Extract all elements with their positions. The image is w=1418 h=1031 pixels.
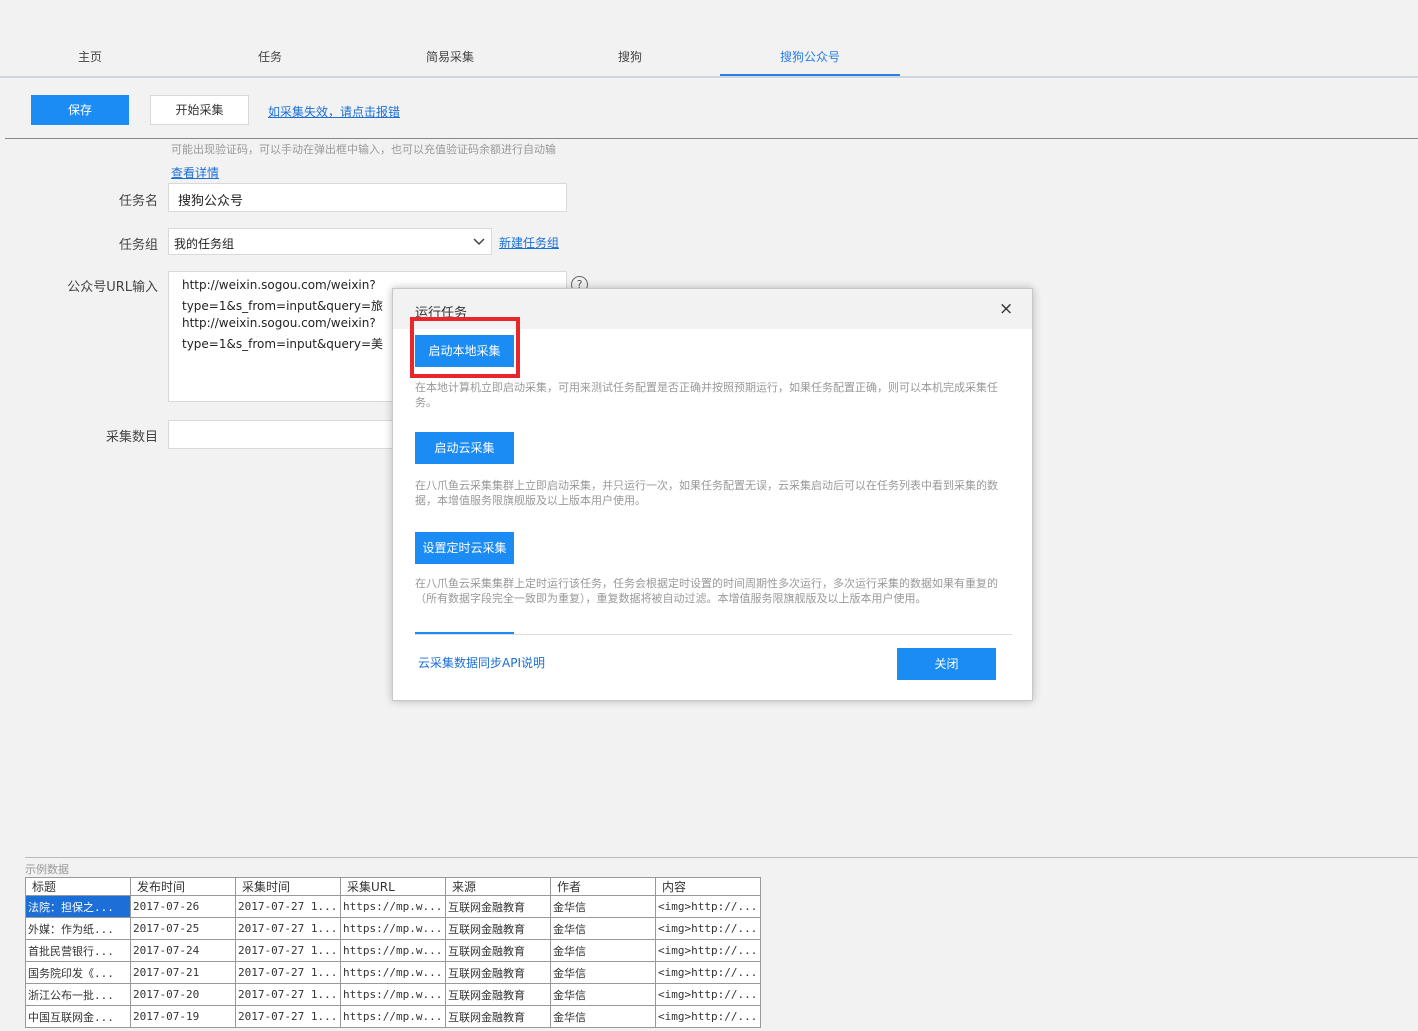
column-header: 发布时间 [130,877,236,896]
table-cell[interactable]: 首批民营银行... [25,939,131,962]
table-cell[interactable]: https://mp.w... [340,961,446,984]
dialog-close-button[interactable]: 关闭 [897,648,996,680]
column-header: 作者 [550,877,656,896]
task-name-input[interactable]: 搜狗公众号 [168,183,567,212]
table-cell[interactable]: 2017-07-27 1... [235,961,341,984]
column-header: 标题 [25,877,131,896]
table-cell[interactable]: https://mp.w... [340,983,446,1006]
task-group-label: 任务组 [118,238,158,253]
table-header-row: 标题 发布时间 采集时间 采集URL 来源 作者 内容 [25,877,761,896]
task-group-select[interactable]: 我的任务组 [168,228,492,255]
table-cell[interactable]: 2017-07-27 1... [235,939,341,962]
chevron-down-icon [473,238,485,246]
table-cell[interactable]: 金华信 [550,917,656,940]
table-cell[interactable]: 金华信 [550,939,656,962]
table-cell[interactable]: https://mp.w... [340,895,446,918]
url-line: type=1&s_from=input&query=旅 [182,299,384,313]
dialog-divider [415,634,1012,635]
url-line: type=1&s_from=input&query=美 [182,337,384,351]
collect-count-label: 采集数目 [105,430,158,445]
table-cell[interactable]: 2017-07-20 [130,983,236,1006]
sample-divider [25,857,1418,858]
column-header: 来源 [445,877,551,896]
task-group-value: 我的任务组 [174,237,235,251]
highlight-box [410,317,520,378]
table-cell[interactable]: <img>http://... [655,895,761,918]
cloud-api-doc-link[interactable]: 云采集数据同步API说明 [418,654,545,671]
toolbar-divider [5,138,1418,139]
table-cell[interactable]: 互联网金融教育 [445,961,551,984]
url-line: http://weixin.sogou.com/weixin? [182,278,376,292]
table-cell[interactable]: 金华信 [550,1005,656,1028]
table-row[interactable]: 国务院印发《... 2017-07-21 2017-07-27 1... htt… [25,961,761,984]
report-error-link[interactable]: 如采集失效，请点击报错 [268,103,400,120]
start-collect-button[interactable]: 开始采集 [150,95,249,125]
table-cell[interactable]: <img>http://... [655,961,761,984]
table-cell[interactable]: 中国互联网金... [25,1005,131,1028]
start-cloud-collect-button[interactable]: 启动云采集 [415,432,514,464]
table-cell[interactable]: 金华信 [550,895,656,918]
table-cell[interactable]: 互联网金融教育 [445,939,551,962]
column-header: 内容 [655,877,761,896]
cloud-collect-description: 在八爪鱼云采集集群上立即启动采集，并只运行一次，如果任务配置无误，云采集启动后可… [415,479,998,507]
table-cell[interactable]: 法院：担保之... [25,895,131,918]
schedule-cloud-collect-button[interactable]: 设置定时云采集 [415,532,514,564]
table-cell[interactable]: <img>http://... [655,939,761,962]
tab-easy-collect[interactable]: 简易采集 [360,48,540,65]
view-details-link[interactable]: 查看详情 [171,164,219,181]
schedule-collect-description: 在八爪鱼云采集集群上定时运行该任务，任务会根据定时设置的时间周期性多次运行，多次… [415,577,998,605]
top-tab-bar: 主页 任务 简易采集 搜狗 搜狗公众号 [0,0,1418,78]
table-cell[interactable]: 2017-07-27 1... [235,1005,341,1028]
table-cell[interactable]: 2017-07-19 [130,1005,236,1028]
table-cell[interactable]: <img>http://... [655,983,761,1006]
tab-tasks[interactable]: 任务 [180,48,360,65]
table-cell[interactable]: 外媒：作为纸... [25,917,131,940]
table-cell[interactable]: 2017-07-27 1... [235,983,341,1006]
table-cell[interactable]: 金华信 [550,983,656,1006]
table-cell[interactable]: 2017-07-26 [130,895,236,918]
table-row[interactable]: 外媒：作为纸... 2017-07-25 2017-07-27 1... htt… [25,917,761,940]
table-cell[interactable]: 金华信 [550,961,656,984]
table-row[interactable]: 中国互联网金... 2017-07-19 2017-07-27 1... htt… [25,1005,761,1028]
table-row[interactable]: 首批民营银行... 2017-07-24 2017-07-27 1... htt… [25,939,761,962]
table-cell[interactable]: 互联网金融教育 [445,1005,551,1028]
table-cell[interactable]: <img>http://... [655,917,761,940]
task-name-value: 搜狗公众号 [178,194,244,209]
close-icon[interactable]: × [999,299,1013,319]
table-cell[interactable]: https://mp.w... [340,917,446,940]
tab-sogou-official-account[interactable]: 搜狗公众号 [720,48,900,65]
column-header: 采集时间 [235,877,341,896]
tab-sogou[interactable]: 搜狗 [540,48,720,65]
save-button[interactable]: 保存 [31,95,129,125]
sample-data-title: 示例数据 [25,863,69,876]
url-line: http://weixin.sogou.com/weixin? [182,316,376,330]
dialog-accent-line [415,632,514,634]
tab-home[interactable]: 主页 [0,48,180,65]
table-cell[interactable]: 浙江公布一批... [25,983,131,1006]
url-input-label: 公众号URL输入 [67,280,158,295]
active-tab-indicator [720,74,900,76]
task-name-label: 任务名 [118,194,158,209]
table-row[interactable]: 浙江公布一批... 2017-07-20 2017-07-27 1... htt… [25,983,761,1006]
table-row[interactable]: 法院：担保之... 2017-07-26 2017-07-27 1... htt… [25,895,761,918]
table-cell[interactable]: 互联网金融教育 [445,983,551,1006]
column-header: 采集URL [340,877,446,896]
table-cell[interactable]: <img>http://... [655,1005,761,1028]
table-cell[interactable]: 2017-07-21 [130,961,236,984]
table-cell[interactable]: https://mp.w... [340,1005,446,1028]
table-cell[interactable]: 互联网金融教育 [445,917,551,940]
captcha-hint-text: 可能出现验证码，可以手动在弹出框中输入，也可以充值验证码余额进行自动输 [171,143,556,156]
new-task-group-link[interactable]: 新建任务组 [499,234,559,251]
table-cell[interactable]: 2017-07-27 1... [235,917,341,940]
table-cell[interactable]: https://mp.w... [340,939,446,962]
table-cell[interactable]: 2017-07-27 1... [235,895,341,918]
table-cell[interactable]: 国务院印发《... [25,961,131,984]
table-cell[interactable]: 2017-07-24 [130,939,236,962]
table-cell[interactable]: 2017-07-25 [130,917,236,940]
local-collect-description: 在本地计算机立即启动采集，可用来测试任务配置是否正确并按照预期运行，如果任务配置… [415,381,998,409]
table-cell[interactable]: 互联网金融教育 [445,895,551,918]
sample-data-table: 标题 发布时间 采集时间 采集URL 来源 作者 内容 法院：担保之... 20… [25,877,761,1028]
